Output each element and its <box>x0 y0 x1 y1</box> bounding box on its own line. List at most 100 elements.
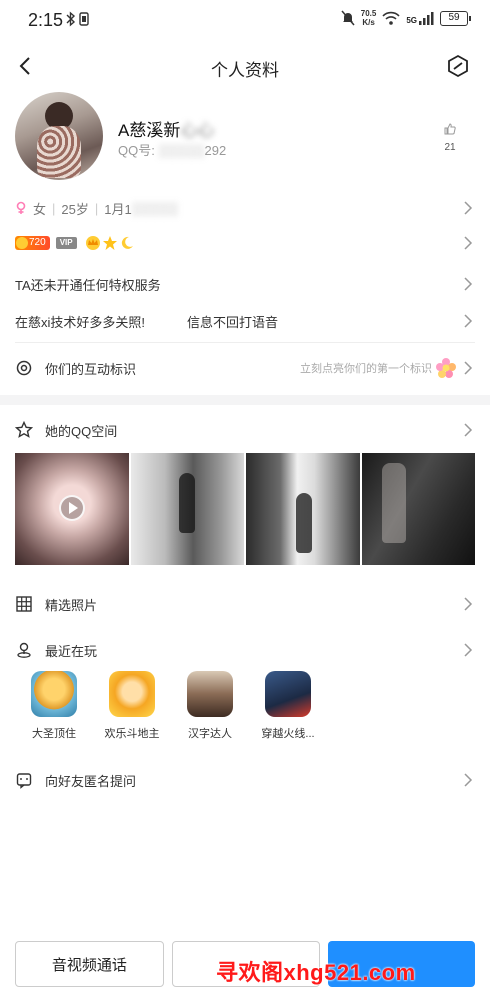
chevron-right-icon <box>464 597 473 611</box>
qzone-photo-video[interactable] <box>15 453 129 565</box>
signal-icon: 5G <box>406 11 434 25</box>
like-count: 21 <box>444 142 456 153</box>
location-pin-icon <box>17 642 31 658</box>
birthday-blurred: ░░░░░ <box>131 200 178 216</box>
qzone-photo[interactable] <box>246 453 360 565</box>
qq-visible: 292 <box>204 143 227 158</box>
divider <box>15 342 475 343</box>
interaction-label: 你们的互动标识 <box>45 361 137 377</box>
moon-icon <box>121 236 133 249</box>
qq-blurred: ░░░░░ <box>158 143 205 158</box>
avatar[interactable] <box>15 92 103 180</box>
qzone-photo-strip <box>15 453 475 565</box>
nav-bar: 个人资料 <box>0 42 490 90</box>
recently-played-label: 最近在玩 <box>45 643 98 659</box>
badges-row[interactable]: 720 VIP <box>15 232 475 254</box>
status-time: 2:15 <box>28 10 64 30</box>
grid-icon <box>16 596 32 612</box>
chevron-right-icon <box>464 643 473 657</box>
battery-indicator: 59 <box>440 10 471 26</box>
separator: | <box>52 200 56 216</box>
game-name: 欢乐斗地主 <box>104 728 160 740</box>
nickname: A慈溪新心心 <box>118 116 214 141</box>
photo-figure <box>178 473 195 533</box>
play-icon[interactable] <box>59 495 85 521</box>
net-speed-unit: K/s <box>362 18 375 27</box>
profile-header: A慈溪新心心 QQ号: ░░░░░292 21 <box>0 92 490 184</box>
interaction-marks-row[interactable]: 你们的互动标识 立刻点亮你们的第一个标识 <box>15 355 475 381</box>
question-box-icon <box>16 773 32 789</box>
game-name: 大圣顶住 <box>32 728 76 740</box>
game-icon <box>109 671 155 717</box>
net-speed: 70.5 K/s <box>361 9 377 27</box>
female-icon <box>16 201 26 214</box>
chevron-right-icon <box>464 236 473 250</box>
chevron-right-icon <box>464 361 473 375</box>
thumb-up-icon <box>444 123 456 135</box>
chevron-right-icon <box>464 773 473 787</box>
flower-icon <box>436 358 456 378</box>
signal-label: 5G <box>406 15 417 25</box>
page-title: 个人资料 <box>211 61 279 80</box>
game-item[interactable]: 穿越火线... <box>249 671 327 743</box>
birthday-label: 1月1 <box>104 201 132 217</box>
basic-info-row[interactable]: 女 | 25岁 | 1月1 ░░░░░ <box>15 196 475 220</box>
wifi-icon <box>382 11 400 25</box>
game-icon <box>31 671 77 717</box>
recently-played-row[interactable]: 最近在玩 <box>15 638 475 662</box>
chevron-right-icon <box>464 314 473 328</box>
nickname-blurred: 心心 <box>180 121 215 140</box>
hexagon-settings-icon[interactable] <box>446 54 470 78</box>
chevron-right-icon <box>464 277 473 291</box>
games-list: 大圣顶住 欢乐斗地主 汉字达人 穿越火线... <box>15 671 475 743</box>
signature-part-b: 信息不回打语音 <box>187 314 279 330</box>
interaction-hint-text: 立刻点亮你们的第一个标识 <box>300 363 432 375</box>
game-item[interactable]: 大圣顶住 <box>15 671 93 743</box>
star-icon <box>102 236 117 250</box>
watermark-text: 寻欢阁xhg521.com <box>216 960 416 985</box>
status-right-icons: 70.5 K/s 5G 59 <box>341 9 471 27</box>
av-call-button[interactable]: 音视频通话 <box>15 941 164 987</box>
anonymous-ask-label: 向好友匿名提问 <box>45 773 137 789</box>
photo-figure <box>296 493 312 553</box>
qq-number: QQ号: ░░░░░292 <box>118 140 226 159</box>
signature-row[interactable]: 在慈xi技术好多多关照! 信息不回打语音 <box>15 309 475 333</box>
nickname-text: A慈溪新 <box>118 121 181 140</box>
age-label: 25岁 <box>61 201 89 217</box>
like-button[interactable]: 21 <box>440 122 460 153</box>
chevron-right-icon <box>464 201 473 215</box>
game-name: 穿越火线... <box>261 728 315 740</box>
avatar-body <box>37 126 81 178</box>
gender-label: 女 <box>33 201 47 217</box>
anonymous-ask-row[interactable]: 向好友匿名提问 <box>15 768 475 792</box>
featured-photos-row[interactable]: 精选照片 <box>15 592 475 616</box>
interaction-gear-icon <box>16 360 32 376</box>
qzone-photo[interactable] <box>130 453 244 565</box>
level-icons <box>85 235 135 251</box>
net-speed-value: 70.5 <box>360 9 377 18</box>
qzone-photo[interactable] <box>361 453 475 565</box>
game-item[interactable]: 欢乐斗地主 <box>93 671 171 743</box>
sim-vibrate-icon <box>79 12 89 26</box>
privilege-row[interactable]: TA还未开通任何特权服务 <box>15 272 475 296</box>
chevron-right-icon <box>464 423 473 437</box>
status-left-icons <box>66 11 90 27</box>
photo-figure <box>381 463 406 543</box>
vip-badge: VIP <box>55 237 77 249</box>
interaction-hint: 立刻点亮你们的第一个标识 <box>300 357 457 379</box>
game-name: 汉字达人 <box>188 728 232 740</box>
game-icon <box>187 671 233 717</box>
featured-photos-label: 精选照片 <box>45 597 98 613</box>
signature-part-a: 在慈xi技术好多多关照! <box>15 314 146 330</box>
qzone-label: 她的QQ空间 <box>45 423 118 439</box>
privilege-text: TA还未开通任何特权服务 <box>15 277 161 293</box>
level-badge: 720 <box>15 236 50 250</box>
bluetooth-icon <box>66 11 76 27</box>
separator: | <box>94 200 99 216</box>
star-outline-icon <box>15 421 33 438</box>
section-gap <box>0 395 490 405</box>
crown-icon <box>85 236 100 250</box>
game-item[interactable]: 汉字达人 <box>171 671 249 743</box>
status-bar: 2:15 70.5 K/s 5G 59 <box>0 0 490 42</box>
qzone-row[interactable]: 她的QQ空间 <box>15 418 475 442</box>
